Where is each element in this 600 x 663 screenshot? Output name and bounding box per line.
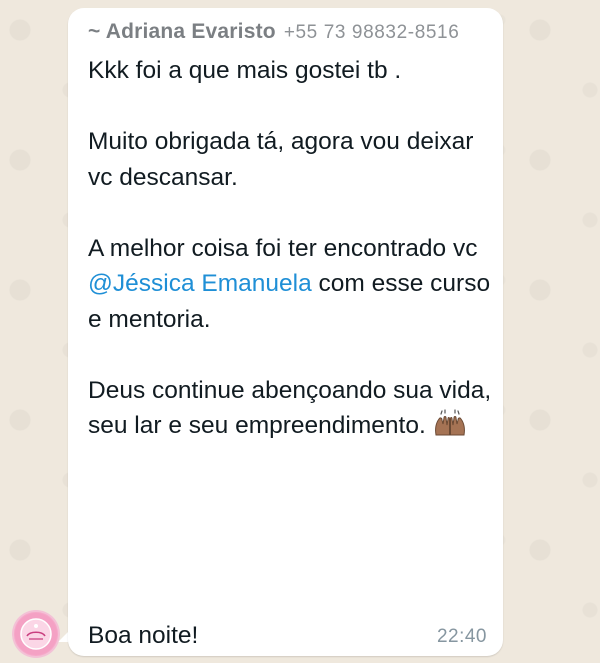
message-line-3-start: A melhor coisa foi ter encontrado vc xyxy=(88,234,478,262)
message-line-4-text: Deus continue abençoando sua vida, seu l… xyxy=(88,376,492,440)
message-closing: Boa noite! xyxy=(88,622,199,649)
message-timestamp: 22:40 xyxy=(436,626,487,647)
group-avatar-logo-icon xyxy=(15,613,57,655)
message-text: Kkk foi a que mais gostei tb . Muito obr… xyxy=(88,53,493,479)
message-line-3: A melhor coisa foi ter encontrado vc @Jé… xyxy=(88,231,493,338)
message-line-1: Kkk foi a que mais gostei tb . xyxy=(88,57,402,84)
raising-hands-emoji-icon xyxy=(432,409,468,439)
message-line-2: Muito obrigada tá, agora vou deixar vc d… xyxy=(88,128,474,191)
sender-avatar[interactable] xyxy=(14,612,58,656)
message-line-4: Deus continue abençoando sua vida, seu l… xyxy=(88,373,493,444)
message-bubble[interactable]: ~ Adriana Evaristo +55 73 98832-8516 Kkk… xyxy=(68,8,503,656)
sender-phone[interactable]: +55 73 98832-8516 xyxy=(284,22,460,44)
message-sender: ~ Adriana Evaristo +55 73 98832-8516 xyxy=(88,20,489,44)
sender-name[interactable]: ~ Adriana Evaristo xyxy=(88,20,276,44)
mention-link[interactable]: @Jéssica Emanuela xyxy=(88,270,312,297)
